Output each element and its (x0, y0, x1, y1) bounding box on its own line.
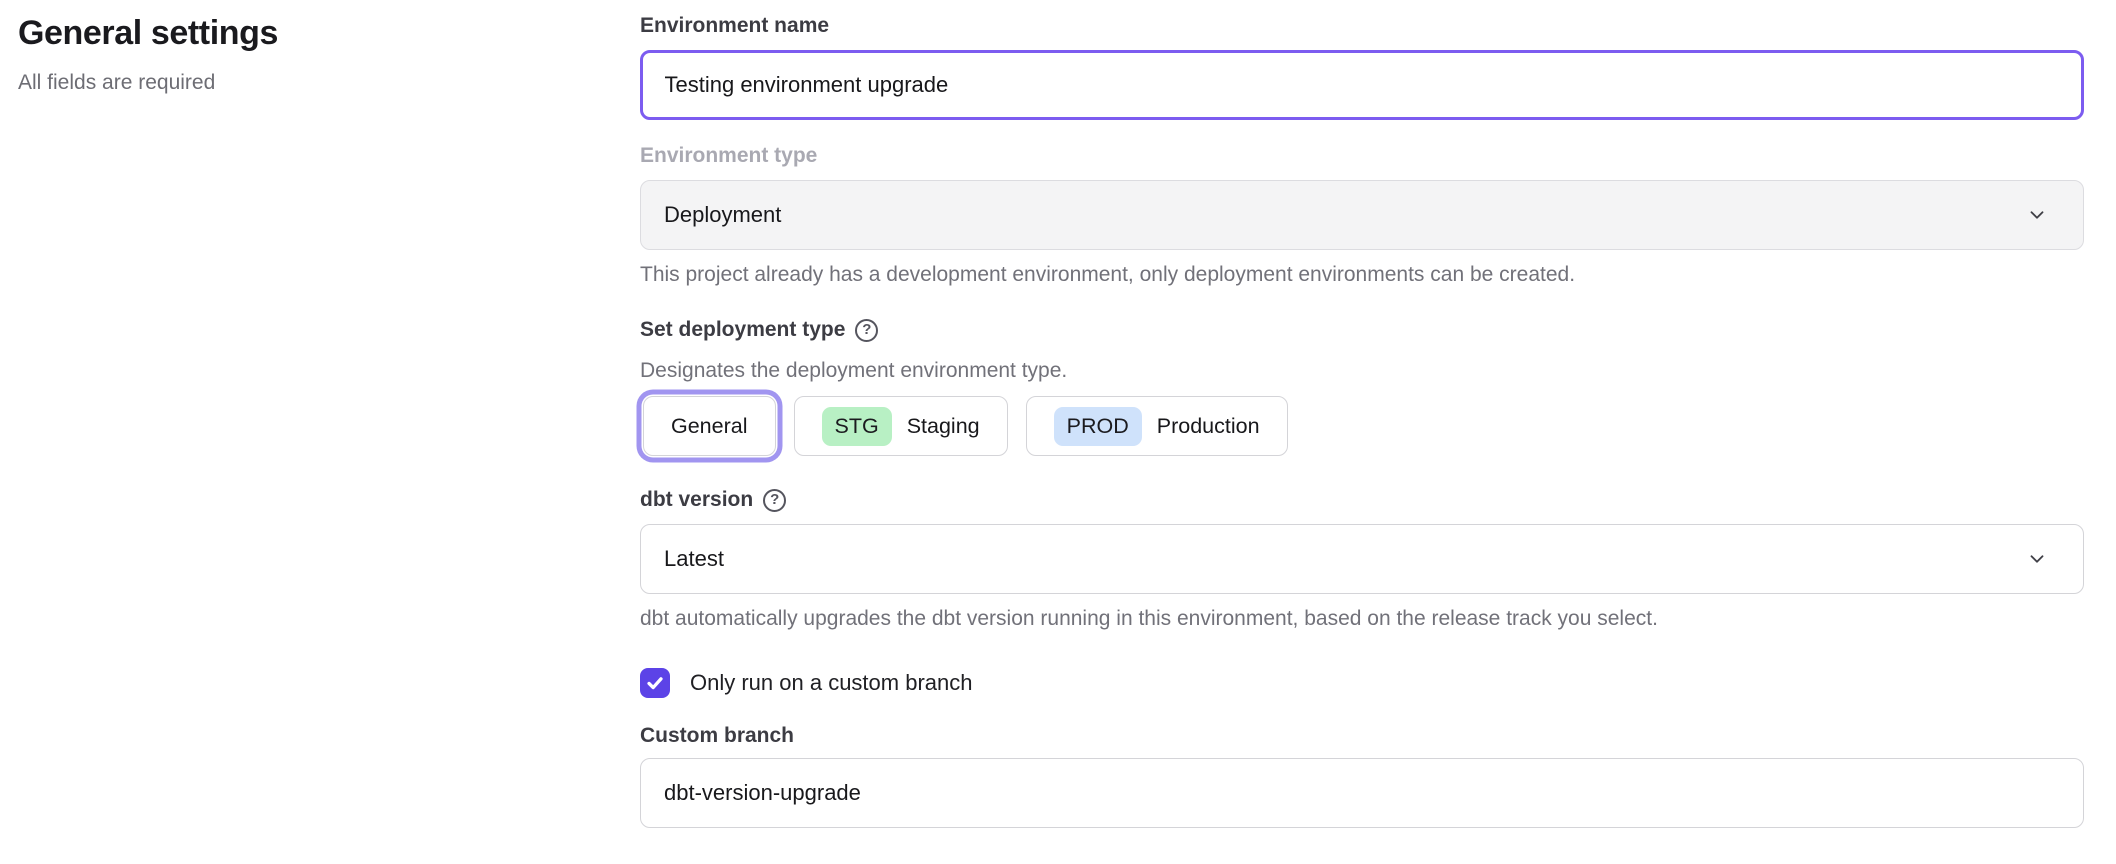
dbt-version-label: dbt version ? (640, 488, 2084, 512)
chevron-down-icon (2026, 204, 2048, 226)
custom-branch-checkbox[interactable] (640, 668, 670, 698)
environment-type-select: Deployment (640, 180, 2084, 250)
deployment-type-staging-button[interactable]: STG Staging (794, 396, 1008, 456)
custom-branch-label: Custom branch (640, 724, 2084, 748)
help-icon[interactable]: ? (763, 489, 786, 512)
page-subtitle: All fields are required (18, 70, 578, 96)
check-icon (644, 672, 666, 694)
settings-header: General settings All fields are required (18, 12, 578, 96)
environment-name-label: Environment name (640, 14, 2084, 38)
dbt-version-value: Latest (664, 546, 724, 572)
environment-type-field: Environment type Deployment This project… (640, 144, 2084, 288)
page-title: General settings (18, 12, 578, 54)
deployment-type-staging-label: Staging (907, 414, 980, 439)
environment-settings-page: General settings All fields are required… (0, 0, 2116, 864)
custom-branch-checkbox-label[interactable]: Only run on a custom branch (690, 670, 972, 696)
deployment-type-production-label: Production (1157, 414, 1260, 439)
help-icon[interactable]: ? (855, 319, 878, 342)
environment-type-label: Environment type (640, 144, 2084, 168)
deployment-type-production-button[interactable]: PROD Production (1026, 396, 1288, 456)
deployment-type-general-button[interactable]: General (643, 396, 776, 456)
environment-name-field: Environment name (640, 14, 2084, 120)
environment-type-value: Deployment (664, 202, 781, 228)
dbt-version-helper: dbt automatically upgrades the dbt versi… (640, 606, 2084, 632)
custom-branch-input[interactable] (640, 758, 2084, 828)
environment-name-input[interactable] (640, 50, 2084, 120)
chevron-down-icon (2026, 548, 2048, 570)
deployment-type-field: Set deployment type ? Designates the dep… (640, 318, 2084, 456)
production-badge: PROD (1054, 407, 1142, 446)
custom-branch-checkbox-row: Only run on a custom branch (640, 668, 2084, 698)
dbt-version-label-text: dbt version (640, 488, 753, 512)
settings-form: Environment name Environment type Deploy… (640, 0, 2084, 828)
deployment-type-label-text: Set deployment type (640, 318, 845, 342)
deployment-type-label: Set deployment type ? (640, 318, 2084, 342)
environment-type-helper: This project already has a development e… (640, 262, 2084, 288)
deployment-type-general-label: General (671, 414, 748, 439)
deployment-type-options: General STG Staging PROD Production (640, 396, 2084, 456)
dbt-version-field: dbt version ? Latest dbt automatically u… (640, 488, 2084, 632)
dbt-version-select[interactable]: Latest (640, 524, 2084, 594)
staging-badge: STG (822, 407, 892, 446)
custom-branch-field: Custom branch (640, 724, 2084, 828)
deployment-type-helper: Designates the deployment environment ty… (640, 358, 2084, 384)
